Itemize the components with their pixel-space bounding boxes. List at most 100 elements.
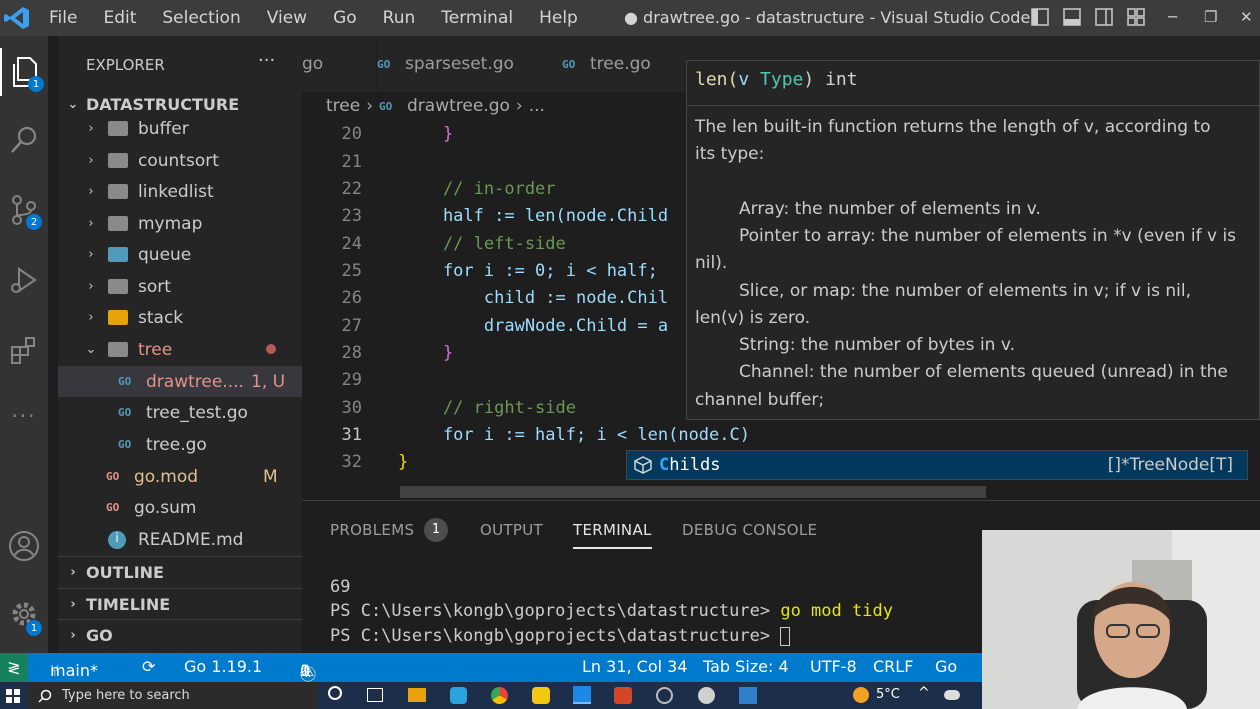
cursor-position[interactable]: Ln 31, Col 34 [582,657,688,676]
line-number: 30 [341,398,362,418]
toggle-sidebar-icon[interactable] [1031,8,1049,26]
breadcrumb-file[interactable]: drawtree.go [407,96,510,116]
code-line: } [402,343,454,363]
breadcrumb-folder[interactable]: tree [326,96,360,116]
window-title: ● drawtree.go - datastructure - Visual S… [624,8,1031,27]
tab-terminal[interactable]: TERMINAL [573,521,652,549]
folder-sort[interactable]: › sort [58,271,302,302]
sig-end: ) int [803,69,858,90]
chat-app-icon[interactable] [532,687,550,704]
folder-icon [108,153,128,168]
breadcrumb-symbols[interactable]: ... [529,96,545,116]
terminal-prompt: PS C:\Users\kongb\goprojects\datastructu… [330,626,781,646]
hover-text: Channel: the number of elements queued (… [739,362,1228,382]
toggle-secondary-sidebar-icon[interactable] [1095,8,1113,26]
file-drawtree[interactable]: GO drawtree.... 1, U [58,366,302,397]
menu-go[interactable]: Go [320,8,370,28]
line-ending[interactable]: CRLF [873,657,913,676]
folder-icon [108,279,128,294]
menu-view[interactable]: View [254,8,320,28]
suggest-label: hilds [669,455,721,475]
code-line-current: for i := half; i < len(node.C) [402,425,750,445]
app-icon[interactable] [450,687,467,704]
file-go-sum[interactable]: GO go.sum [58,492,302,523]
go-version[interactable]: Go 1.19.1 [184,657,262,676]
folder-mymap[interactable]: › mymap [58,208,302,239]
tab-tree[interactable]: GO tree.go [562,36,702,92]
tab-problems[interactable]: PROBLEMS [330,521,414,539]
tab-size[interactable]: Tab Size: 4 [703,657,789,676]
task-view-icon[interactable] [367,688,383,702]
customize-layout-icon[interactable] [1127,8,1145,26]
remote-icon[interactable]: ≷ [0,653,28,682]
tab-sparseset[interactable]: GO sparseset.go [376,36,536,92]
cortana-icon[interactable] [328,686,342,700]
code-line: } [402,124,454,144]
terminal-line[interactable]: PS C:\Users\kongb\goprojects\datastructu… [330,626,791,646]
language-mode[interactable]: Go [935,657,957,676]
source-control-button[interactable]: 2 [0,186,48,234]
suggest-detail: []*TreeNode[T] [1107,455,1233,475]
file-go-mod[interactable]: GO go.mod M [58,461,302,492]
code-line: // left-side [402,234,566,254]
explorer-more-icon[interactable]: ··· [258,50,275,71]
search-button[interactable] [0,116,48,164]
folder-buffer[interactable]: › buffer [58,113,302,144]
section-timeline[interactable]: › TIMELINE [58,588,302,619]
app-icon[interactable] [656,687,673,704]
folder-icon [108,247,128,262]
folder-countsort[interactable]: › countsort [58,145,302,176]
file-tree[interactable]: GO tree.go [58,429,302,460]
explorer-button[interactable]: 1 [0,48,48,96]
onedrive-icon[interactable] [944,690,960,700]
windows-start-icon[interactable] [6,689,20,703]
manage-button[interactable]: 1 [0,590,48,638]
close-window-icon[interactable]: ✕ [1240,8,1253,26]
weather-icon [853,687,869,703]
file-tree-test[interactable]: GO tree_test.go [58,397,302,428]
suggest-widget[interactable]: Childs []*TreeNode[T] [626,450,1248,480]
section-outline[interactable]: › OUTLINE [58,556,302,587]
obs-icon[interactable] [698,687,715,704]
search-icon [38,689,52,703]
menu-file[interactable]: File [36,8,90,28]
file-explorer-icon[interactable] [408,688,426,702]
go-sum-icon: GO [106,501,120,514]
tab-output[interactable]: OUTPUT [480,521,543,539]
restore-icon[interactable]: ❐ [1204,8,1217,26]
tab-debug-console[interactable]: DEBUG CONSOLE [682,521,817,539]
photos-icon[interactable] [739,687,757,704]
tab-partial[interactable]: go [302,36,362,92]
menu-run[interactable]: Run [370,8,429,28]
field-icon [634,456,652,474]
sig-name: len( [695,69,739,90]
more-icon[interactable]: ··· [0,392,48,440]
menu-edit[interactable]: Edit [90,8,149,28]
run-debug-button[interactable] [0,256,48,304]
section-go[interactable]: › GO [58,619,302,650]
extensions-button[interactable] [0,326,48,374]
folder-queue[interactable]: › queue [58,239,302,270]
folder-stack[interactable]: › stack [58,302,302,333]
minimize-icon[interactable]: ─ [1168,8,1177,26]
hover-text: its type: [695,144,765,164]
menu-terminal[interactable]: Terminal [428,8,526,28]
file-readme[interactable]: i README.md [58,524,302,555]
horizontal-scrollbar[interactable] [400,486,986,498]
explorer-badge: 1 [28,76,44,92]
chevron-up-icon[interactable]: ^ [918,685,930,701]
powerpoint-icon[interactable] [614,687,632,704]
folder-linkedlist[interactable]: › linkedlist [58,176,302,207]
accounts-button[interactable] [0,522,48,570]
chrome-icon[interactable] [491,687,508,704]
encoding[interactable]: UTF-8 [810,657,857,676]
weather-temp: 5°C [876,687,900,702]
sync-icon[interactable]: ⟳ [142,657,155,676]
tab-label: tree.go [590,54,651,74]
toggle-panel-icon[interactable] [1063,8,1081,26]
menu-selection[interactable]: Selection [149,8,253,28]
vscode-taskbar-icon[interactable] [573,686,591,704]
menu-help[interactable]: Help [526,8,591,28]
folder-tree[interactable]: ⌄ tree [58,334,302,365]
taskbar-search[interactable]: Type here to search [28,682,318,709]
